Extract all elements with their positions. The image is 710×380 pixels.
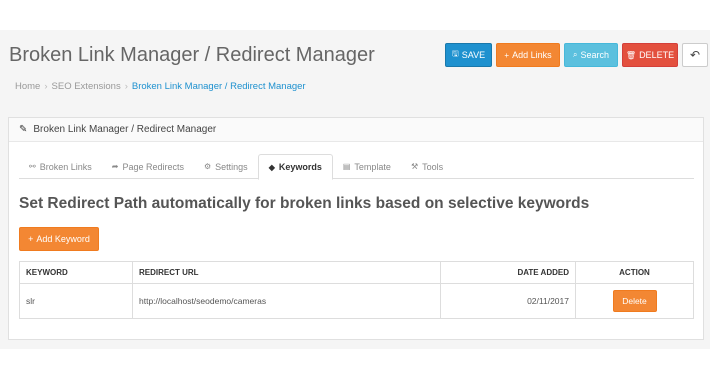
breadcrumb: Home › SEO Extensions › Broken Link Mana… <box>15 81 306 92</box>
row-delete-button[interactable]: Delete <box>612 290 657 312</box>
page-title: Broken Link Manager / Redirect Manager <box>9 44 375 66</box>
tab-keywords[interactable]: ◆ Keywords <box>257 154 333 180</box>
breadcrumb-seo-extensions[interactable]: SEO Extensions <box>52 81 121 92</box>
tab-label: Template <box>354 161 391 172</box>
tab-settings[interactable]: ⚙ Settings <box>194 154 258 179</box>
tab-label: Tools <box>422 161 444 172</box>
wrench-icon: ⚒ <box>410 162 419 171</box>
redirect-url-cell: http://localhost/seodemo/cameras <box>132 283 441 319</box>
tab-tools[interactable]: ⚒ Tools <box>401 154 453 179</box>
add-keyword-button[interactable]: + Add Keyword <box>19 227 99 251</box>
tab-label: Page Redirects <box>122 161 184 172</box>
tab-bar: ⚯ Broken Links ➦ Page Redirects ⚙ Settin… <box>19 154 694 180</box>
header-toolbar: 🖫 SAVE + Add Links ⌕ Search 🗑 DELETE ↶ <box>445 43 708 67</box>
column-header-date-added[interactable]: DATE ADDED <box>440 261 576 284</box>
tab-page-redirects[interactable]: ➦ Page Redirects <box>102 154 194 179</box>
back-button[interactable]: ↶ <box>682 43 708 67</box>
search-button-label: Search <box>580 50 609 60</box>
tab-label: Settings <box>215 161 248 172</box>
save-button-label: SAVE <box>461 50 486 60</box>
tab-broken-links[interactable]: ⚯ Broken Links <box>19 154 102 179</box>
floppy-icon: 🖫 <box>451 49 459 58</box>
action-cell: Delete <box>575 283 694 319</box>
breadcrumb-separator: › <box>124 81 128 92</box>
panel-title: Broken Link Manager / Redirect Manager <box>33 124 217 135</box>
keyword-cell: slr <box>19 283 133 319</box>
panel-heading: ✎ Broken Link Manager / Redirect Manager <box>9 118 703 142</box>
tab-label: Broken Links <box>39 161 92 172</box>
column-header-keyword[interactable]: KEYWORD <box>19 261 133 284</box>
card-icon: ▤ <box>342 162 351 171</box>
table-row: slr http://localhost/seodemo/cameras 02/… <box>19 283 694 319</box>
table-header-row: KEYWORD REDIRECT URL DATE ADDED ACTION <box>19 261 694 284</box>
keywords-table: KEYWORD REDIRECT URL DATE ADDED ACTION s… <box>19 261 694 319</box>
plus-icon: + <box>28 234 34 244</box>
cogs-icon: ⚙ <box>203 162 212 171</box>
save-button[interactable]: 🖫 SAVE <box>445 43 492 67</box>
column-header-action: ACTION <box>575 261 694 284</box>
tab-template[interactable]: ▤ Template <box>333 154 401 179</box>
reply-icon: ↶ <box>689 48 701 62</box>
add-keyword-label: Add Keyword <box>36 234 90 244</box>
add-links-button-label: Add Links <box>512 50 552 60</box>
main-panel: ✎ Broken Link Manager / Redirect Manager… <box>8 117 704 340</box>
share-icon: ➦ <box>111 162 119 171</box>
search-icon: ⌕ <box>572 50 578 59</box>
delete-button[interactable]: 🗑 DELETE <box>622 43 678 67</box>
tab-label: Keywords <box>278 162 322 172</box>
pencil-icon: ✎ <box>19 124 28 135</box>
trash-icon: 🗑 <box>625 50 637 60</box>
tags-icon: ◆ <box>268 162 275 172</box>
breadcrumb-separator: › <box>44 81 48 92</box>
delete-button-label: DELETE <box>639 50 675 60</box>
add-links-button[interactable]: + Add Links <box>496 43 560 67</box>
plus-icon: + <box>504 50 510 60</box>
column-header-redirect-url[interactable]: REDIRECT URL <box>132 261 441 284</box>
chain-broken-icon: ⚯ <box>29 162 36 171</box>
date-added-cell: 02/11/2017 <box>440 283 576 319</box>
search-button[interactable]: ⌕ Search <box>564 43 618 67</box>
section-heading: Set Redirect Path automatically for brok… <box>19 195 590 212</box>
breadcrumb-home[interactable]: Home <box>15 81 40 92</box>
breadcrumb-current[interactable]: Broken Link Manager / Redirect Manager <box>132 81 306 92</box>
